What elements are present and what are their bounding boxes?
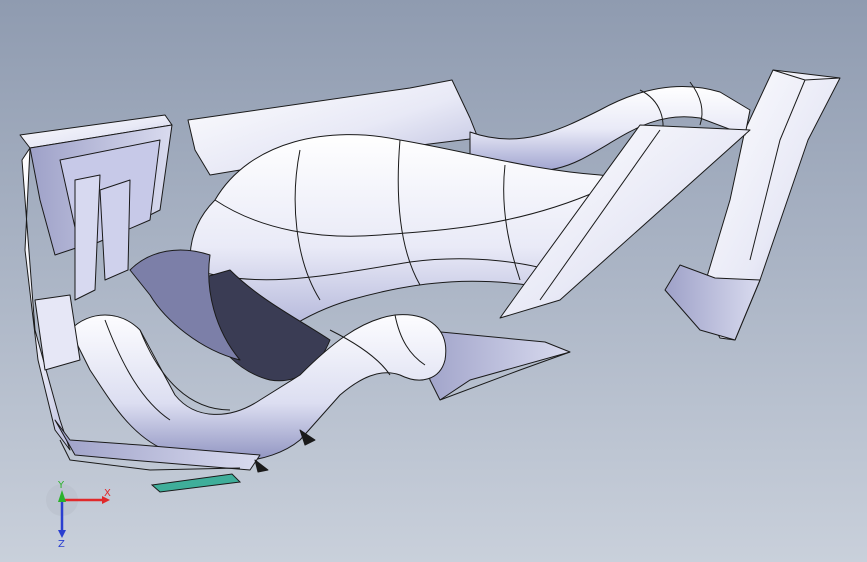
graphics-viewport[interactable]: X Y Z: [0, 0, 867, 562]
z-axis-label: Z: [58, 539, 65, 550]
y-axis-label: Y: [57, 480, 65, 491]
z-axis-head-icon: [58, 530, 66, 538]
x-axis-label: X: [104, 488, 111, 499]
orientation-triad: X Y Z: [46, 480, 111, 550]
3d-model-view[interactable]: [0, 0, 867, 562]
highlighted-face: [150, 473, 242, 493]
